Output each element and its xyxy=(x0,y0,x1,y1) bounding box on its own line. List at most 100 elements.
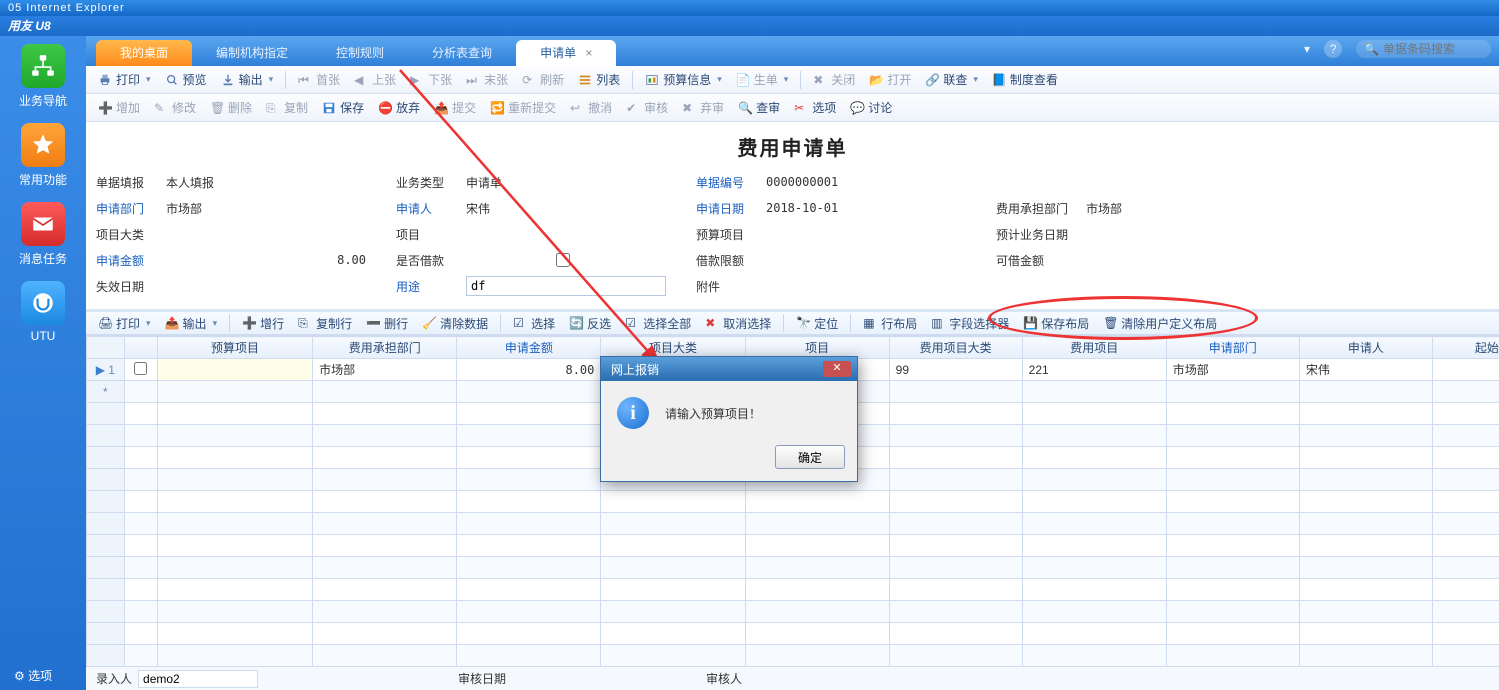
tab-rules[interactable]: 控制规则 xyxy=(312,40,408,66)
cell-adept[interactable]: 市场部 xyxy=(1166,359,1299,381)
audit-button: ✔审核 xyxy=(620,97,674,118)
budget-info-button[interactable]: 预算信息 xyxy=(639,69,728,90)
sidebar-favorites[interactable]: 常用功能 xyxy=(8,123,78,188)
preview-button[interactable]: 预览 xyxy=(159,69,213,90)
gt-export[interactable]: 📤输出 xyxy=(159,313,224,334)
col-start[interactable]: 起始日期 xyxy=(1432,337,1499,359)
label-docno[interactable]: 单据编号 xyxy=(696,174,766,191)
dialog-ok-button[interactable]: 确定 xyxy=(775,445,845,469)
gt-addrow[interactable]: ➕增行 xyxy=(236,313,290,334)
tab-org[interactable]: 编制机构指定 xyxy=(192,40,312,66)
cell-fitem[interactable]: 221 xyxy=(1022,359,1166,381)
value-docno: 0000000001 xyxy=(766,175,838,189)
clearlayout-icon: 🗑 xyxy=(1103,316,1117,330)
cell-dept[interactable]: 市场部 xyxy=(313,359,457,381)
gt-selectall[interactable]: ☑选择全部 xyxy=(619,313,697,334)
next-icon: ▶ xyxy=(410,73,424,87)
help-button[interactable]: ? xyxy=(1324,40,1342,58)
label-date[interactable]: 申请日期 xyxy=(696,200,766,217)
export-icon: 📤 xyxy=(165,316,179,330)
label-expire: 失效日期 xyxy=(96,278,166,295)
policy-icon: 📘 xyxy=(992,73,1006,87)
gt-delrow[interactable]: ➖删行 xyxy=(360,313,414,334)
search-icon: 🔍 xyxy=(1364,42,1379,56)
barcode-search-input[interactable] xyxy=(1383,42,1483,56)
sidebar-options[interactable]: ⚙ 选项 xyxy=(0,667,86,684)
label-purpose[interactable]: 用途 xyxy=(396,278,466,295)
print-button[interactable]: 打印 xyxy=(92,69,157,90)
barcode-search[interactable]: 🔍 xyxy=(1356,40,1491,58)
cell-amount[interactable]: 8.00 xyxy=(457,359,601,381)
gt-clearlayout[interactable]: 🗑清除用户定义布局 xyxy=(1097,313,1223,334)
export-button[interactable]: 输出 xyxy=(215,69,280,90)
label-applicant[interactable]: 申请人 xyxy=(396,200,466,217)
cell-budget[interactable] xyxy=(157,359,312,381)
gt-savelayout[interactable]: 💾保存布局 xyxy=(1017,313,1095,334)
cell-ficat[interactable]: 99 xyxy=(889,359,1022,381)
input-purpose[interactable] xyxy=(466,276,666,296)
copyrow-icon: ⎘ xyxy=(298,316,312,330)
close-doc-button: ✖关闭 xyxy=(807,69,861,90)
add-icon: ➕ xyxy=(98,101,112,115)
save-button[interactable]: 保存 xyxy=(316,97,370,118)
list-button[interactable]: 列表 xyxy=(572,69,626,90)
row-check[interactable] xyxy=(124,359,157,381)
dialog-close-button[interactable]: ✕ xyxy=(823,361,851,377)
close-icon[interactable]: × xyxy=(585,46,592,60)
sidebar-biz-nav[interactable]: 业务导航 xyxy=(8,44,78,109)
value-applicant: 宋伟 xyxy=(466,200,490,217)
grid-toolbar: 🖨打印 📤输出 ➕增行 ⎘复制行 ➖删行 🧹清除数据 ☑选择 🔄反选 ☑选择全部… xyxy=(86,309,1499,335)
sidebar-messages[interactable]: 消息任务 xyxy=(8,202,78,267)
label-amount[interactable]: 申请金额 xyxy=(96,252,166,269)
link-query-button[interactable]: 🔗联查 xyxy=(919,69,984,90)
col-beardept[interactable]: 费用承担部门 xyxy=(313,337,457,359)
col-ficat[interactable]: 费用项目大类 xyxy=(889,337,1022,359)
gt-unselect[interactable]: ✖取消选择 xyxy=(699,313,777,334)
gt-invert[interactable]: 🔄反选 xyxy=(563,313,617,334)
copy-icon: ⎘ xyxy=(266,101,280,115)
discard-button[interactable]: ⛔放弃 xyxy=(372,97,426,118)
label-loanavail: 可借金额 xyxy=(996,252,1086,269)
link-icon: 🔗 xyxy=(925,73,939,87)
col-amount[interactable]: 申请金额 xyxy=(457,337,601,359)
cell-aperson[interactable]: 宋伟 xyxy=(1299,359,1432,381)
option-button[interactable]: ✂选项 xyxy=(788,97,842,118)
generate-button: 📄生单 xyxy=(730,69,795,90)
toolbar-primary: 打印 预览 输出 ⏮首张 ◀上张 ▶下张 ⏭末张 ⟳刷新 列表 预算信息 📄生单… xyxy=(86,66,1499,94)
label-dept[interactable]: 申请部门 xyxy=(96,200,166,217)
gt-rowlayout[interactable]: ▦行布局 xyxy=(857,313,923,334)
checkbox-isloan[interactable] xyxy=(556,253,570,267)
gt-print[interactable]: 🖨打印 xyxy=(92,313,157,334)
footer-bar: 录入人 审核日期 审核人 xyxy=(86,666,1499,690)
col-fitem[interactable]: 费用项目 xyxy=(1022,337,1166,359)
sidebar-utu[interactable]: UTU xyxy=(8,281,78,343)
rowlayout-icon: ▦ xyxy=(863,316,877,330)
label-auditdate: 审核日期 xyxy=(458,670,506,687)
gt-copyrow[interactable]: ⎘复制行 xyxy=(292,313,358,334)
top-tabstrip: 我的桌面 编制机构指定 控制规则 分析表查询 申请单 × ▾ ? 🔍 xyxy=(86,36,1499,66)
col-adept[interactable]: 申请部门 xyxy=(1166,337,1299,359)
gt-locate[interactable]: 🔭定位 xyxy=(790,313,844,334)
review-button[interactable]: 🔍查审 xyxy=(732,97,786,118)
gt-fieldsel[interactable]: ▥字段选择器 xyxy=(925,313,1015,334)
abandon-button: ✖弃审 xyxy=(676,97,730,118)
tab-desktop[interactable]: 我的桌面 xyxy=(96,40,192,66)
input-entry[interactable] xyxy=(138,670,258,688)
policy-button[interactable]: 📘制度查看 xyxy=(986,69,1064,90)
table-empty-row xyxy=(87,535,1499,557)
refresh-button: ⟳刷新 xyxy=(516,69,570,90)
dialog-titlebar[interactable]: 网上报销 ✕ xyxy=(601,357,857,381)
gt-clear[interactable]: 🧹清除数据 xyxy=(416,313,494,334)
chevron-down-icon[interactable]: ▾ xyxy=(1304,42,1310,56)
last-button: ⏭末张 xyxy=(460,69,514,90)
sidebar-label: 常用功能 xyxy=(8,171,78,188)
tab-analysis[interactable]: 分析表查询 xyxy=(408,40,516,66)
table-empty-row xyxy=(87,623,1499,645)
gt-select[interactable]: ☑选择 xyxy=(507,313,561,334)
cell-start[interactable] xyxy=(1432,359,1499,381)
tab-request[interactable]: 申请单 × xyxy=(516,40,616,66)
discuss-button[interactable]: 💬讨论 xyxy=(844,97,898,118)
col-budget[interactable]: 预算项目 xyxy=(157,337,312,359)
delete-icon: 🗑 xyxy=(210,101,224,115)
col-aperson[interactable]: 申请人 xyxy=(1299,337,1432,359)
